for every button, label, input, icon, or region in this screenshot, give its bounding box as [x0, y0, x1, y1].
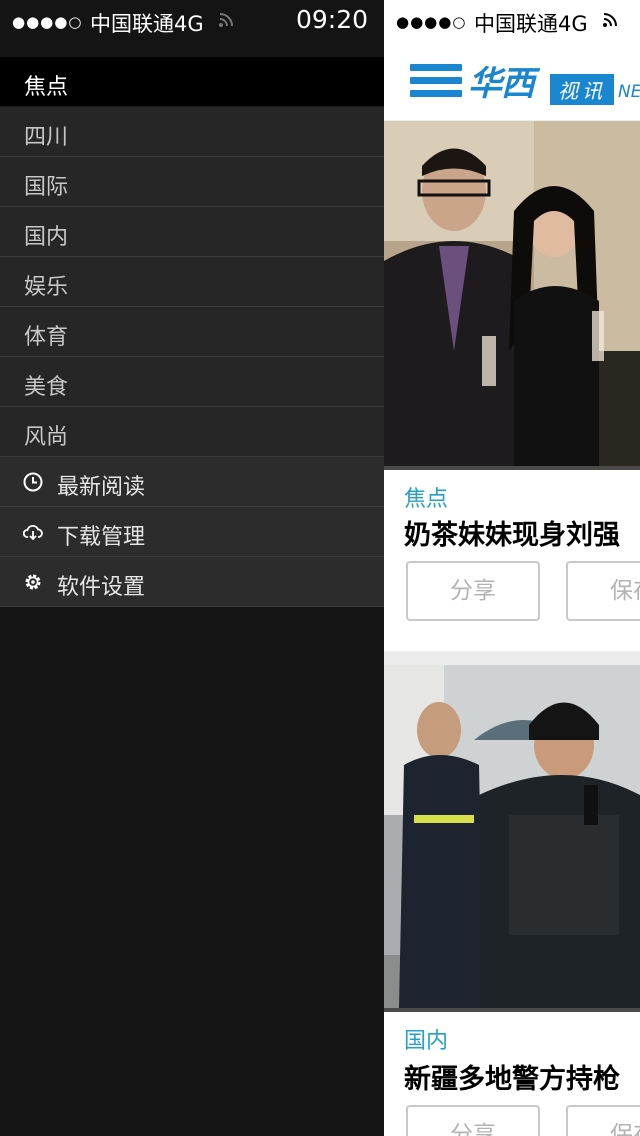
photo-divider [384, 466, 640, 470]
share-button[interactable]: 分享 [406, 1105, 540, 1136]
menu-item-download-manager[interactable]: 下载管理 [0, 507, 384, 557]
menu-item-entertainment[interactable]: 娱乐 [0, 257, 384, 307]
news-feed-panel[interactable]: ●●●●○ 中国联通4G 华西 视讯 NE 焦点 奶茶妹妹现身刘强 分享 保 国… [384, 0, 640, 1136]
status-bar: ●●●●○ 中国联通4G [384, 0, 640, 40]
save-button[interactable]: 保存 [566, 1105, 640, 1136]
menu-item-label: 四川 [24, 125, 69, 150]
menu-item-label: 体育 [24, 325, 69, 350]
signal-strength-icon: ●●●●○ [396, 13, 467, 31]
clock-icon [23, 472, 43, 492]
navigation-drawer: ●●●●○ 中国联通4G 09:20 焦点 四川 国际 国内 娱乐 体育 美食 [0, 0, 384, 1136]
share-button[interactable]: 分享 [406, 561, 540, 621]
logo-sub-text: 视讯 [550, 74, 614, 105]
menu-item-label: 娱乐 [24, 275, 69, 300]
app-header: 华西 视讯 NE [384, 40, 640, 120]
status-bar: ●●●●○ 中国联通4G 09:20 [0, 0, 384, 40]
article-category: 国内 [404, 1029, 449, 1054]
menu-item-settings[interactable]: 软件设置 [0, 557, 384, 607]
menu-item-sichuan[interactable]: 四川 [0, 107, 384, 157]
menu-item-fashion[interactable]: 风尚 [0, 407, 384, 457]
menu-item-label: 最新阅读 [57, 475, 146, 500]
logo-main-text: 华西 [468, 64, 535, 104]
article-category: 焦点 [404, 487, 449, 512]
menu-item-international[interactable]: 国际 [0, 157, 384, 207]
signal-strength-icon: ●●●●○ [12, 13, 83, 31]
menu-toggle-icon[interactable] [410, 64, 462, 102]
save-button[interactable]: 保存 [566, 561, 640, 621]
article-title[interactable]: 新疆多地警方持枪 [404, 1057, 620, 1096]
wifi-icon [219, 13, 233, 27]
article-title[interactable]: 奶茶妹妹现身刘强 [404, 513, 620, 552]
article-photo[interactable] [384, 121, 640, 466]
article-photo[interactable] [384, 665, 640, 1008]
news-card[interactable]: 国内 新疆多地警方持枪 分享 保存 [384, 665, 640, 1136]
menu-item-sports[interactable]: 体育 [0, 307, 384, 357]
app-logo: 华西 视讯 NE [468, 56, 640, 105]
menu-item-domestic[interactable]: 国内 [0, 207, 384, 257]
menu-item-food[interactable]: 美食 [0, 357, 384, 407]
photo-divider [384, 1008, 640, 1012]
menu-item-recent-reading[interactable]: 最新阅读 [0, 457, 384, 507]
menu-item-label: 下载管理 [57, 525, 146, 550]
menu-item-focus[interactable]: 焦点 [0, 57, 384, 107]
carrier-label: 中国联通4G [474, 12, 588, 36]
logo-tail-text: NE [618, 82, 640, 102]
menu-item-label: 软件设置 [57, 575, 146, 600]
menu-item-label: 国内 [24, 225, 69, 250]
wifi-icon [603, 13, 617, 27]
cloud-download-icon [23, 524, 43, 541]
menu-item-label: 美食 [24, 375, 69, 400]
menu-item-label: 国际 [24, 175, 69, 200]
carrier-label: 中国联通4G [90, 12, 204, 36]
menu-item-label: 风尚 [24, 425, 69, 450]
news-card[interactable]: 焦点 奶茶妹妹现身刘强 分享 保存 [384, 121, 640, 651]
menu-item-label: 焦点 [24, 75, 69, 100]
drawer-menu: 焦点 四川 国际 国内 娱乐 体育 美食 风尚 最新阅读 下载管理 软件设置 [0, 57, 384, 607]
clock-time: 09:20 [295, 5, 368, 34]
gear-icon [25, 574, 41, 590]
